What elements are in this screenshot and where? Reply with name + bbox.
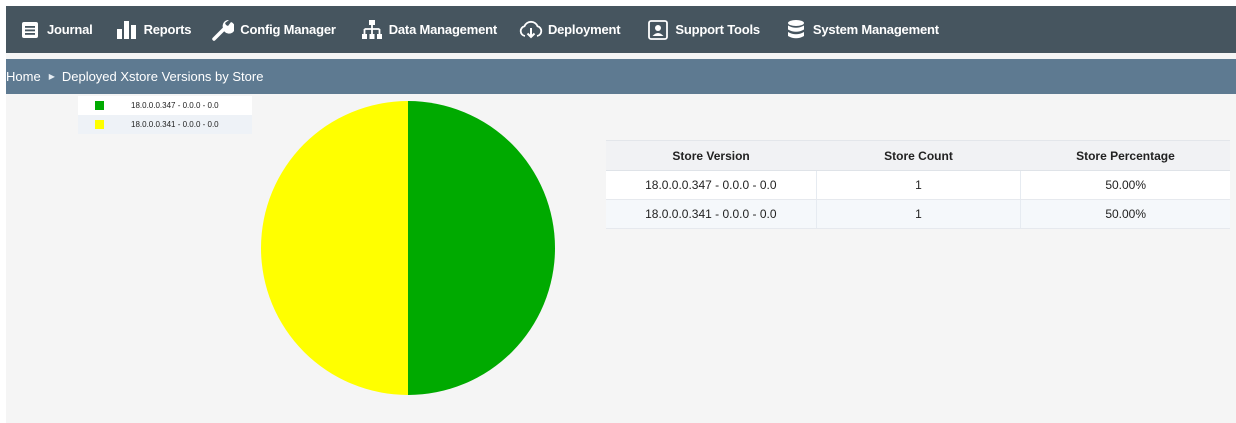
column-header[interactable]: Store Percentage [1020, 140, 1230, 171]
table-row[interactable]: 18.0.0.0.347 - 0.0.0 - 0.0 1 50.00% [606, 170, 1230, 200]
legend-label: 18.0.0.0.347 - 0.0.0 - 0.0 [131, 101, 219, 110]
cloud-download-icon [519, 18, 543, 42]
nav-deployment-label: Deployment [547, 22, 621, 37]
nav-reports[interactable]: Reports [115, 6, 192, 53]
table-row[interactable]: 18.0.0.0.341 - 0.0.0 - 0.0 1 50.00% [606, 199, 1230, 229]
reports-icon [115, 18, 139, 42]
nav-support-tools-label: Support Tools [675, 22, 760, 37]
table-cell: 1 [815, 170, 1021, 200]
pie-slice-2[interactable] [261, 101, 408, 395]
nav-deployment[interactable]: Deployment [519, 6, 621, 53]
nav-system-management[interactable]: System Management [784, 6, 939, 53]
nav-data-management-label: Data Management [388, 22, 497, 37]
nav-config-manager[interactable]: Config Manager [211, 6, 336, 53]
table-cell: 18.0.0.0.347 - 0.0.0 - 0.0 [606, 170, 817, 200]
nav-support-tools[interactable]: Support Tools [646, 6, 760, 53]
legend-item[interactable]: 18.0.0.0.347 - 0.0.0 - 0.0 [78, 96, 252, 115]
nav-system-management-label: System Management [812, 22, 939, 37]
wrench-icon [211, 18, 235, 42]
breadcrumb-separator-icon: ▶ [48, 72, 55, 81]
table-cell: 50.00% [1020, 199, 1230, 229]
breadcrumb: Home ▶ Deployed Xstore Versions by Store [6, 59, 1236, 94]
table-cell: 50.00% [1020, 170, 1230, 200]
nav-reports-label: Reports [143, 22, 192, 37]
nav-config-manager-label: Config Manager [240, 22, 336, 37]
top-navigation: Journal Reports Config Manager Data Mana… [6, 6, 1236, 53]
database-icon [784, 18, 808, 42]
pie-chart [261, 101, 555, 395]
nav-journal-label: Journal [47, 22, 93, 37]
legend-item[interactable]: 18.0.0.0.341 - 0.0.0 - 0.0 [78, 115, 252, 134]
support-icon [646, 18, 670, 42]
chart-legend: 18.0.0.0.347 - 0.0.0 - 0.0 18.0.0.0.341 … [78, 96, 252, 134]
pie-slice-1[interactable] [408, 101, 555, 395]
store-version-table: Store Version Store Count Store Percenta… [606, 140, 1230, 229]
column-header[interactable]: Store Version [606, 140, 817, 171]
nav-data-management[interactable]: Data Management [360, 6, 497, 53]
legend-swatch [95, 101, 104, 110]
nav-journal[interactable]: Journal [18, 6, 93, 53]
legend-label: 18.0.0.0.341 - 0.0.0 - 0.0 [131, 120, 219, 129]
table-cell: 1 [815, 199, 1021, 229]
journal-icon [18, 18, 42, 42]
breadcrumb-current: Deployed Xstore Versions by Store [61, 69, 264, 84]
column-header[interactable]: Store Count [816, 140, 1021, 171]
legend-swatch [95, 120, 104, 129]
table-header-row: Store Version Store Count Store Percenta… [606, 140, 1230, 171]
breadcrumb-home[interactable]: Home [6, 69, 41, 84]
table-cell: 18.0.0.0.341 - 0.0.0 - 0.0 [606, 199, 817, 229]
sitemap-icon [360, 18, 384, 42]
